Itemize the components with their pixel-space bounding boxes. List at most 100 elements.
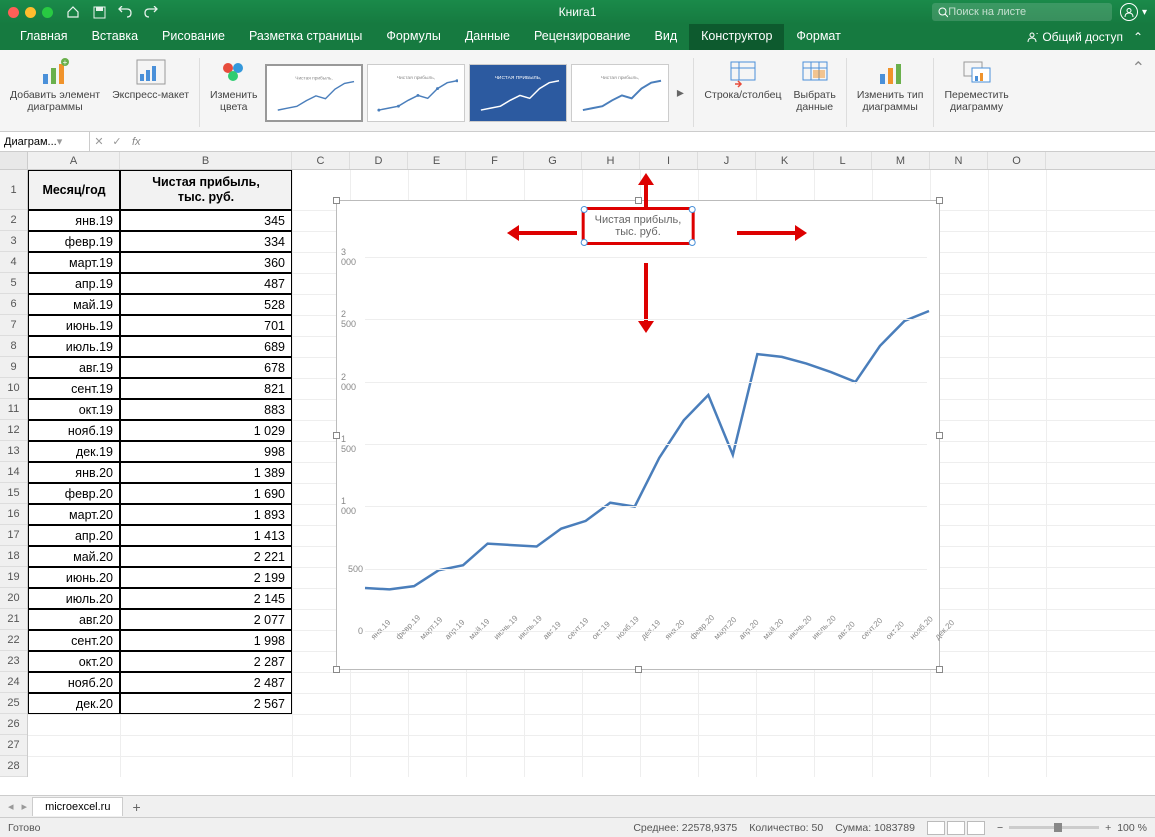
cell-month[interactable]: апр.19 xyxy=(28,273,120,294)
row-header-16[interactable]: 16 xyxy=(0,504,27,525)
cell-month[interactable]: окт.19 xyxy=(28,399,120,420)
cell-month[interactable]: дек.20 xyxy=(28,693,120,714)
cell-month[interactable]: июль.19 xyxy=(28,336,120,357)
select-all-corner[interactable] xyxy=(0,152,28,169)
row-header-8[interactable]: 8 xyxy=(0,336,27,357)
cell-value[interactable]: 2 221 xyxy=(120,546,292,567)
cancel-formula-icon[interactable]: ✕ xyxy=(90,135,108,148)
cell-value[interactable]: 2 145 xyxy=(120,588,292,609)
cell-value[interactable]: 998 xyxy=(120,441,292,462)
col-header-B[interactable]: B xyxy=(120,152,292,169)
col-header-M[interactable]: M xyxy=(872,152,930,169)
tab-формат[interactable]: Формат xyxy=(784,24,852,50)
sheet-tab-active[interactable]: microexcel.ru xyxy=(32,797,123,816)
resize-handle-icon[interactable] xyxy=(936,666,943,673)
chart-style-1[interactable]: Чистая прибыль, xyxy=(265,64,363,122)
search-box[interactable] xyxy=(932,3,1112,21)
row-header-22[interactable]: 22 xyxy=(0,630,27,651)
cell-value[interactable]: 1 690 xyxy=(120,483,292,504)
row-header-9[interactable]: 9 xyxy=(0,357,27,378)
cell-value[interactable]: 689 xyxy=(120,336,292,357)
cell-month[interactable]: июнь.19 xyxy=(28,315,120,336)
row-header-6[interactable]: 6 xyxy=(0,294,27,315)
chevron-down-icon[interactable]: ▾ xyxy=(1142,7,1147,18)
row-header-10[interactable]: 10 xyxy=(0,378,27,399)
move-chart-button[interactable]: Переместить диаграмму xyxy=(940,54,1012,131)
page-layout-view-icon[interactable] xyxy=(947,821,965,835)
row-header-26[interactable]: 26 xyxy=(0,714,27,735)
select-data-button[interactable]: Выбрать данные xyxy=(790,54,840,131)
resize-handle-icon[interactable] xyxy=(333,197,340,204)
share-button[interactable]: +Общий доступ⌃ xyxy=(1022,24,1147,50)
change-chart-type-button[interactable]: Изменить тип диаграммы xyxy=(853,54,928,131)
normal-view-icon[interactable] xyxy=(927,821,945,835)
row-header-17[interactable]: 17 xyxy=(0,525,27,546)
title-handle-icon[interactable] xyxy=(581,206,588,213)
cell-value[interactable]: 2 487 xyxy=(120,672,292,693)
row-header-7[interactable]: 7 xyxy=(0,315,27,336)
cell-value[interactable]: 2 287 xyxy=(120,651,292,672)
fx-icon[interactable]: fx xyxy=(126,136,147,148)
col-header-H[interactable]: H xyxy=(582,152,640,169)
cell-value[interactable]: 1 029 xyxy=(120,420,292,441)
resize-handle-icon[interactable] xyxy=(936,197,943,204)
cell-month[interactable]: февр.19 xyxy=(28,231,120,252)
name-box[interactable]: Диаграм...▾ xyxy=(0,132,90,151)
cell-value[interactable]: 701 xyxy=(120,315,292,336)
row-header-24[interactable]: 24 xyxy=(0,672,27,693)
minimize-window-icon[interactable] xyxy=(25,7,36,18)
title-handle-icon[interactable] xyxy=(688,206,695,213)
cell-month[interactable]: янв.19 xyxy=(28,210,120,231)
title-handle-icon[interactable] xyxy=(688,239,695,246)
cell-value[interactable]: 334 xyxy=(120,231,292,252)
cell-value[interactable]: 360 xyxy=(120,252,292,273)
undo-icon[interactable] xyxy=(117,4,133,20)
zoom-slider[interactable] xyxy=(1009,826,1099,829)
chart-title[interactable]: Чистая прибыль, тыс. руб. xyxy=(582,207,695,245)
zoom-percent[interactable]: 100 % xyxy=(1117,822,1147,834)
add-sheet-icon[interactable]: + xyxy=(124,799,148,815)
row-header-4[interactable]: 4 xyxy=(0,252,27,273)
cell-value[interactable]: 821 xyxy=(120,378,292,399)
resize-handle-icon[interactable] xyxy=(936,432,943,439)
tab-рецензирование[interactable]: Рецензирование xyxy=(522,24,643,50)
cell-month[interactable]: авг.20 xyxy=(28,609,120,630)
cell-month[interactable]: нояб.20 xyxy=(28,672,120,693)
col-header-O[interactable]: O xyxy=(988,152,1046,169)
cell-month[interactable]: авг.19 xyxy=(28,357,120,378)
tab-главная[interactable]: Главная xyxy=(8,24,80,50)
row-header-13[interactable]: 13 xyxy=(0,441,27,462)
add-chart-element-button[interactable]: + Добавить элемент диаграммы xyxy=(6,54,104,131)
tab-рисование[interactable]: Рисование xyxy=(150,24,237,50)
save-icon[interactable] xyxy=(91,4,107,20)
col-header-L[interactable]: L xyxy=(814,152,872,169)
embedded-chart[interactable]: Чистая прибыль, тыс. руб. 05001 0001 500… xyxy=(336,200,940,670)
cell-value[interactable]: 1 413 xyxy=(120,525,292,546)
cell-month[interactable]: нояб.19 xyxy=(28,420,120,441)
tab-вид[interactable]: Вид xyxy=(643,24,690,50)
row-header-28[interactable]: 28 xyxy=(0,756,27,777)
tab-данные[interactable]: Данные xyxy=(453,24,522,50)
cell-value[interactable]: 2 567 xyxy=(120,693,292,714)
cell-month[interactable]: янв.20 xyxy=(28,462,120,483)
search-input[interactable] xyxy=(948,6,1106,18)
col-header-I[interactable]: I xyxy=(640,152,698,169)
cell-month[interactable]: май.19 xyxy=(28,294,120,315)
resize-handle-icon[interactable] xyxy=(333,666,340,673)
page-break-view-icon[interactable] xyxy=(967,821,985,835)
change-colors-button[interactable]: Изменить цвета xyxy=(206,54,261,131)
cell-value[interactable]: 487 xyxy=(120,273,292,294)
tab-разметка страницы[interactable]: Разметка страницы xyxy=(237,24,374,50)
row-header-20[interactable]: 20 xyxy=(0,588,27,609)
sheet-nav-first-icon[interactable]: ◂ xyxy=(4,800,18,813)
col-header-F[interactable]: F xyxy=(466,152,524,169)
cell-month[interactable]: май.20 xyxy=(28,546,120,567)
cell-month[interactable]: сент.19 xyxy=(28,378,120,399)
switch-row-column-button[interactable]: Строка/столбец xyxy=(700,54,785,131)
col-header-K[interactable]: K xyxy=(756,152,814,169)
cell-month[interactable]: февр.20 xyxy=(28,483,120,504)
plot-area[interactable]: 05001 0001 5002 0002 5003 000 янв.19февр… xyxy=(365,257,927,629)
styles-next-icon[interactable]: ▸ xyxy=(673,65,687,121)
cell-value[interactable]: 2 199 xyxy=(120,567,292,588)
zoom-in-icon[interactable]: + xyxy=(1105,822,1111,834)
